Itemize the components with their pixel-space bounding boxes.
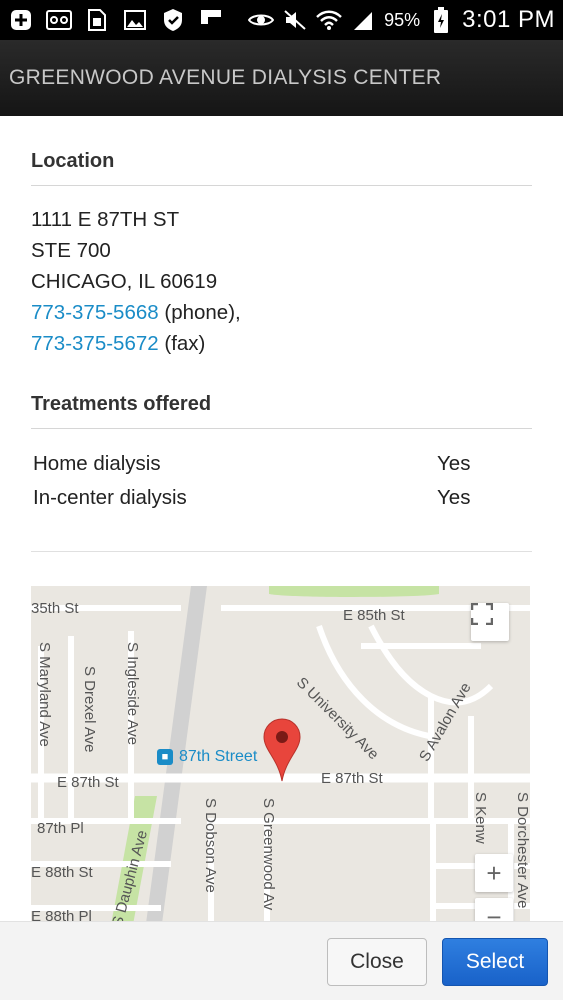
fax-line: 773-375-5672 (fax) [31,328,532,359]
mute-icon [282,8,308,32]
zoom-in-button[interactable]: + [475,854,513,892]
map-label-s-ingleside-ave: S Ingleside Ave [124,642,141,746]
map-label-e-88th-st: E 88th St [31,864,93,881]
map-label-s-drexel-ave: S Drexel Ave [81,666,98,753]
fax-link[interactable]: 773-375-5672 [31,332,159,355]
location-heading: Location [31,116,532,186]
battery-charging-icon [428,7,454,33]
address-city-state-zip: CHICAGO, IL 60619 [31,270,218,293]
treatment-row: In-center dialysis Yes [31,481,532,515]
treatment-row: Home dialysis Yes [31,447,532,481]
battery-percent: 95% [384,9,421,30]
fullscreen-button[interactable] [471,603,509,641]
map-label-87th-pl: 87th Pl [37,820,84,837]
eye-icon [248,8,275,32]
train-icon: ■ [157,749,173,765]
select-button[interactable]: Select [442,938,548,986]
dialog-title-bar: GREENWOOD AVENUE DIALYSIS CENTER [0,40,563,116]
fax-suffix: (fax) [158,332,206,355]
treatments-heading: Treatments offered [31,359,532,429]
wifi-icon [316,8,342,32]
phone-line: 773-375-5668 (phone), [31,297,532,328]
treatment-value: Yes [437,486,471,509]
map-label-s-dorchester-ave: S Dorchester Ave [514,792,530,909]
map-label-e-87th-st-left: E 87th St [57,774,119,791]
dialog-title: GREENWOOD AVENUE DIALYSIS CENTER [9,66,442,89]
phone-suffix: (phone), [158,301,241,324]
dialog-content[interactable]: Location 1111 E 87TH ST STE 700 CHICAGO,… [0,116,563,921]
address-block: 1111 E 87TH ST STE 700 CHICAGO, IL 60619… [31,186,532,359]
map-view[interactable]: 35th St E 85th St S Maryland Ave S Drexe… [31,586,530,921]
zoom-out-button[interactable]: − [475,898,513,921]
transit-station-label: 87th Street [179,748,258,765]
address-line2: STE 700 [31,239,111,262]
status-bar: 95% 3:01 PM [0,0,563,40]
close-button[interactable]: Close [327,938,427,986]
clock: 3:01 PM [462,6,555,33]
treatment-name: In-center dialysis [33,486,187,509]
dialog-button-bar: Close Select [0,921,563,1000]
map-label-s-dobson-ave: S Dobson Ave [202,798,219,893]
add-box-icon [8,8,34,32]
fullscreen-icon [471,603,493,625]
map-label-e-85th-st: E 85th St [343,607,405,624]
map-label-s-greenwood-ave: S Greenwood Av [260,798,277,911]
map-label-e-88th-pl: E 88th Pl [31,908,92,921]
treatment-value: Yes [437,452,471,475]
map-label-s-maryland-ave: S Maryland Ave [36,642,53,747]
transit-station[interactable]: ■ 87th Street [157,748,257,766]
treatment-name: Home dialysis [33,452,161,475]
address-line1: 1111 E 87TH ST [31,208,180,231]
voicemail-icon [46,8,72,32]
flipboard-icon [198,8,224,32]
phone-link[interactable]: 773-375-5668 [31,301,159,324]
map-label-e-87th-st-right: E 87th St [321,770,383,787]
shield-icon [160,8,186,32]
map-label-35th-st: 35th St [31,600,79,617]
sim-icon [84,8,110,32]
signal-icon [350,8,376,32]
map-label-s-kenwood-ave: S Kenw [472,792,489,844]
image-icon [122,8,148,32]
treatments-table: Home dialysis Yes In-center dialysis Yes [31,429,532,552]
